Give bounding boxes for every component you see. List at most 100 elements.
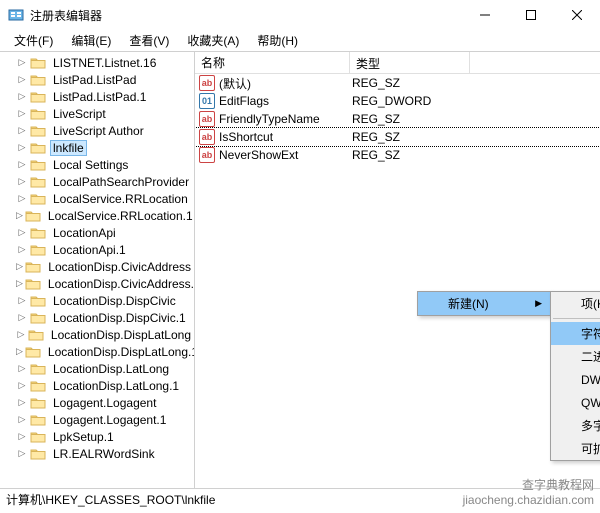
tree-expand-icon[interactable]: ▷ (16, 176, 28, 187)
tree-item-label: LocationDisp.DispCivic.1 (50, 310, 189, 326)
folder-icon (25, 345, 41, 359)
tree-pane[interactable]: ▷LISTNET.Listnet.16▷ListPad.ListPad▷List… (0, 52, 195, 488)
tree-item[interactable]: ▷ LocalService.RRLocation.1 (0, 207, 194, 224)
tree-item[interactable]: ▷ LiveScript (0, 105, 194, 122)
tree-expand-icon[interactable]: ▷ (16, 329, 26, 340)
menu-favorites[interactable]: 收藏夹(A) (179, 30, 247, 51)
tree-item-label: Logagent.Logagent.1 (50, 412, 169, 428)
tree-item[interactable]: ▷Logagent.Logagent (0, 394, 194, 411)
folder-icon (25, 260, 41, 274)
tree-expand-icon[interactable]: ▷ (16, 74, 28, 85)
folder-icon (30, 430, 46, 444)
tree-expand-icon[interactable]: ▷ (16, 125, 28, 136)
context-submenu: 项(K) 字符串值(S)二进制值(B)DWORD (32 位)值(D)QWORD … (550, 291, 600, 461)
list-row[interactable]: abFriendlyTypeNameREG_SZ (195, 110, 600, 128)
list-row[interactable]: abNeverShowExtREG_SZ (195, 146, 600, 164)
tree-expand-icon[interactable]: ▷ (16, 346, 23, 357)
tree-expand-icon[interactable]: ▷ (16, 363, 28, 374)
tree-expand-icon[interactable]: ▷ (16, 261, 23, 272)
tree-item[interactable]: ▷LISTNET.Listnet.16 (0, 54, 194, 71)
tree-expand-icon[interactable]: ▷ (16, 142, 28, 153)
menu-help[interactable]: 帮助(H) (249, 30, 306, 51)
context-item[interactable]: 多字符串值(M) (551, 414, 600, 437)
value-name: IsShortcut (219, 130, 273, 144)
close-button[interactable] (554, 0, 600, 30)
tree-expand-icon[interactable]: ▷ (16, 57, 28, 68)
minimize-button[interactable] (462, 0, 508, 30)
window-buttons (462, 0, 600, 30)
tree-expand-icon[interactable]: ▷ (16, 312, 28, 323)
tree-expand-icon[interactable]: ▷ (16, 91, 28, 102)
column-header-name[interactable]: 名称 (195, 52, 350, 73)
list-header: 名称 类型 (195, 52, 600, 74)
tree-expand-icon[interactable]: ▷ (16, 108, 28, 119)
tree-item-label: LocationApi.1 (50, 242, 129, 258)
value-type: REG_SZ (350, 76, 470, 90)
tree-expand-icon[interactable]: ▷ (16, 414, 28, 425)
tree-expand-icon[interactable]: ▷ (16, 244, 28, 255)
tree-item[interactable]: ▷ LocationDisp.CivicAddress (0, 258, 194, 275)
tree-item[interactable]: ▷ LocationDisp.DispLatLong (0, 326, 194, 343)
menu-file[interactable]: 文件(F) (6, 30, 61, 51)
tree-item-label: LocationDisp.DispLatLong (48, 327, 194, 343)
tree-item[interactable]: ▷ LocationApi (0, 224, 194, 241)
folder-icon (30, 226, 46, 240)
column-header-type[interactable]: 类型 (350, 52, 470, 73)
value-type: REG_SZ (350, 130, 470, 144)
folder-icon (30, 124, 46, 138)
tree-item-label: LiveScript (50, 106, 109, 122)
folder-icon (30, 141, 46, 155)
tree-item[interactable]: ▷ LiveScript Author (0, 122, 194, 139)
tree-item[interactable]: ▷LocationDisp.LatLong (0, 360, 194, 377)
tree-item[interactable]: ▷LocationDisp.DispLatLong.1 (0, 343, 194, 360)
folder-icon (28, 328, 44, 342)
context-item-new[interactable]: 新建(N) ▶ (418, 292, 550, 315)
tree-item[interactable]: ▷ lnkfile (0, 139, 194, 156)
maximize-button[interactable] (508, 0, 554, 30)
context-item[interactable]: 字符串值(S) (551, 322, 600, 345)
tree-item[interactable]: ▷LocalPathSearchProvider (0, 173, 194, 190)
tree-item-label: LocalService.RRLocation.1 (45, 208, 194, 224)
tree-item-label: LocationDisp.CivicAddress (45, 259, 194, 275)
tree-expand-icon[interactable]: ▷ (16, 159, 28, 170)
tree-expand-icon[interactable]: ▷ (16, 397, 28, 408)
tree-expand-icon[interactable]: ▷ (16, 193, 28, 204)
tree-item[interactable]: ▷LR.EALRWordSink (0, 445, 194, 462)
list-row[interactable]: 01EditFlagsREG_DWORD (195, 92, 600, 110)
tree-expand-icon[interactable]: ▷ (16, 448, 28, 459)
value-type: REG_DWORD (350, 94, 470, 108)
tree-expand-icon[interactable]: ▷ (16, 380, 28, 391)
tree-item[interactable]: ▷ LocationApi.1 (0, 241, 194, 258)
tree-expand-icon[interactable]: ▷ (16, 431, 28, 442)
folder-icon (30, 73, 46, 87)
tree-expand-icon[interactable]: ▷ (16, 227, 28, 238)
menu-edit[interactable]: 编辑(E) (63, 30, 119, 51)
tree-item[interactable]: ▷ ListPad.ListPad (0, 71, 194, 88)
tree-item[interactable]: ▷LpkSetup.1 (0, 428, 194, 445)
tree-item[interactable]: ▷ Logagent.Logagent.1 (0, 411, 194, 428)
context-item[interactable]: QWORD (64 位)值(Q) (551, 391, 600, 414)
context-item[interactable]: 项(K) (551, 292, 600, 315)
list-pane[interactable]: 名称 类型 ab(默认)REG_SZ01EditFlagsREG_DWORDab… (195, 52, 600, 488)
tree-item[interactable]: ▷ListPad.ListPad.1 (0, 88, 194, 105)
tree-expand-icon[interactable]: ▷ (16, 295, 28, 306)
tree-item[interactable]: ▷LocationDisp.CivicAddress.1 (0, 275, 194, 292)
menu-view[interactable]: 查看(V) (121, 30, 177, 51)
tree-item-label: ListPad.ListPad (50, 72, 139, 88)
folder-icon (30, 107, 46, 121)
tree-item[interactable]: ▷LocationDisp.LatLong.1 (0, 377, 194, 394)
list-row[interactable]: abIsShortcutREG_SZ (195, 128, 600, 146)
tree-item[interactable]: ▷Local Settings (0, 156, 194, 173)
tree-item-label: lnkfile (50, 140, 87, 156)
context-item[interactable]: 二进制值(B) (551, 345, 600, 368)
tree-item-label: LiveScript Author (50, 123, 147, 139)
tree-item-label: LocationApi (50, 225, 119, 241)
tree-item[interactable]: ▷LocationDisp.DispCivic (0, 292, 194, 309)
context-item[interactable]: 可扩充字符串值(E) (551, 437, 600, 460)
tree-item[interactable]: ▷LocalService.RRLocation (0, 190, 194, 207)
list-row[interactable]: ab(默认)REG_SZ (195, 74, 600, 92)
tree-item[interactable]: ▷ LocationDisp.DispCivic.1 (0, 309, 194, 326)
context-item[interactable]: DWORD (32 位)值(D) (551, 368, 600, 391)
tree-expand-icon[interactable]: ▷ (16, 278, 23, 289)
tree-expand-icon[interactable]: ▷ (16, 210, 23, 221)
